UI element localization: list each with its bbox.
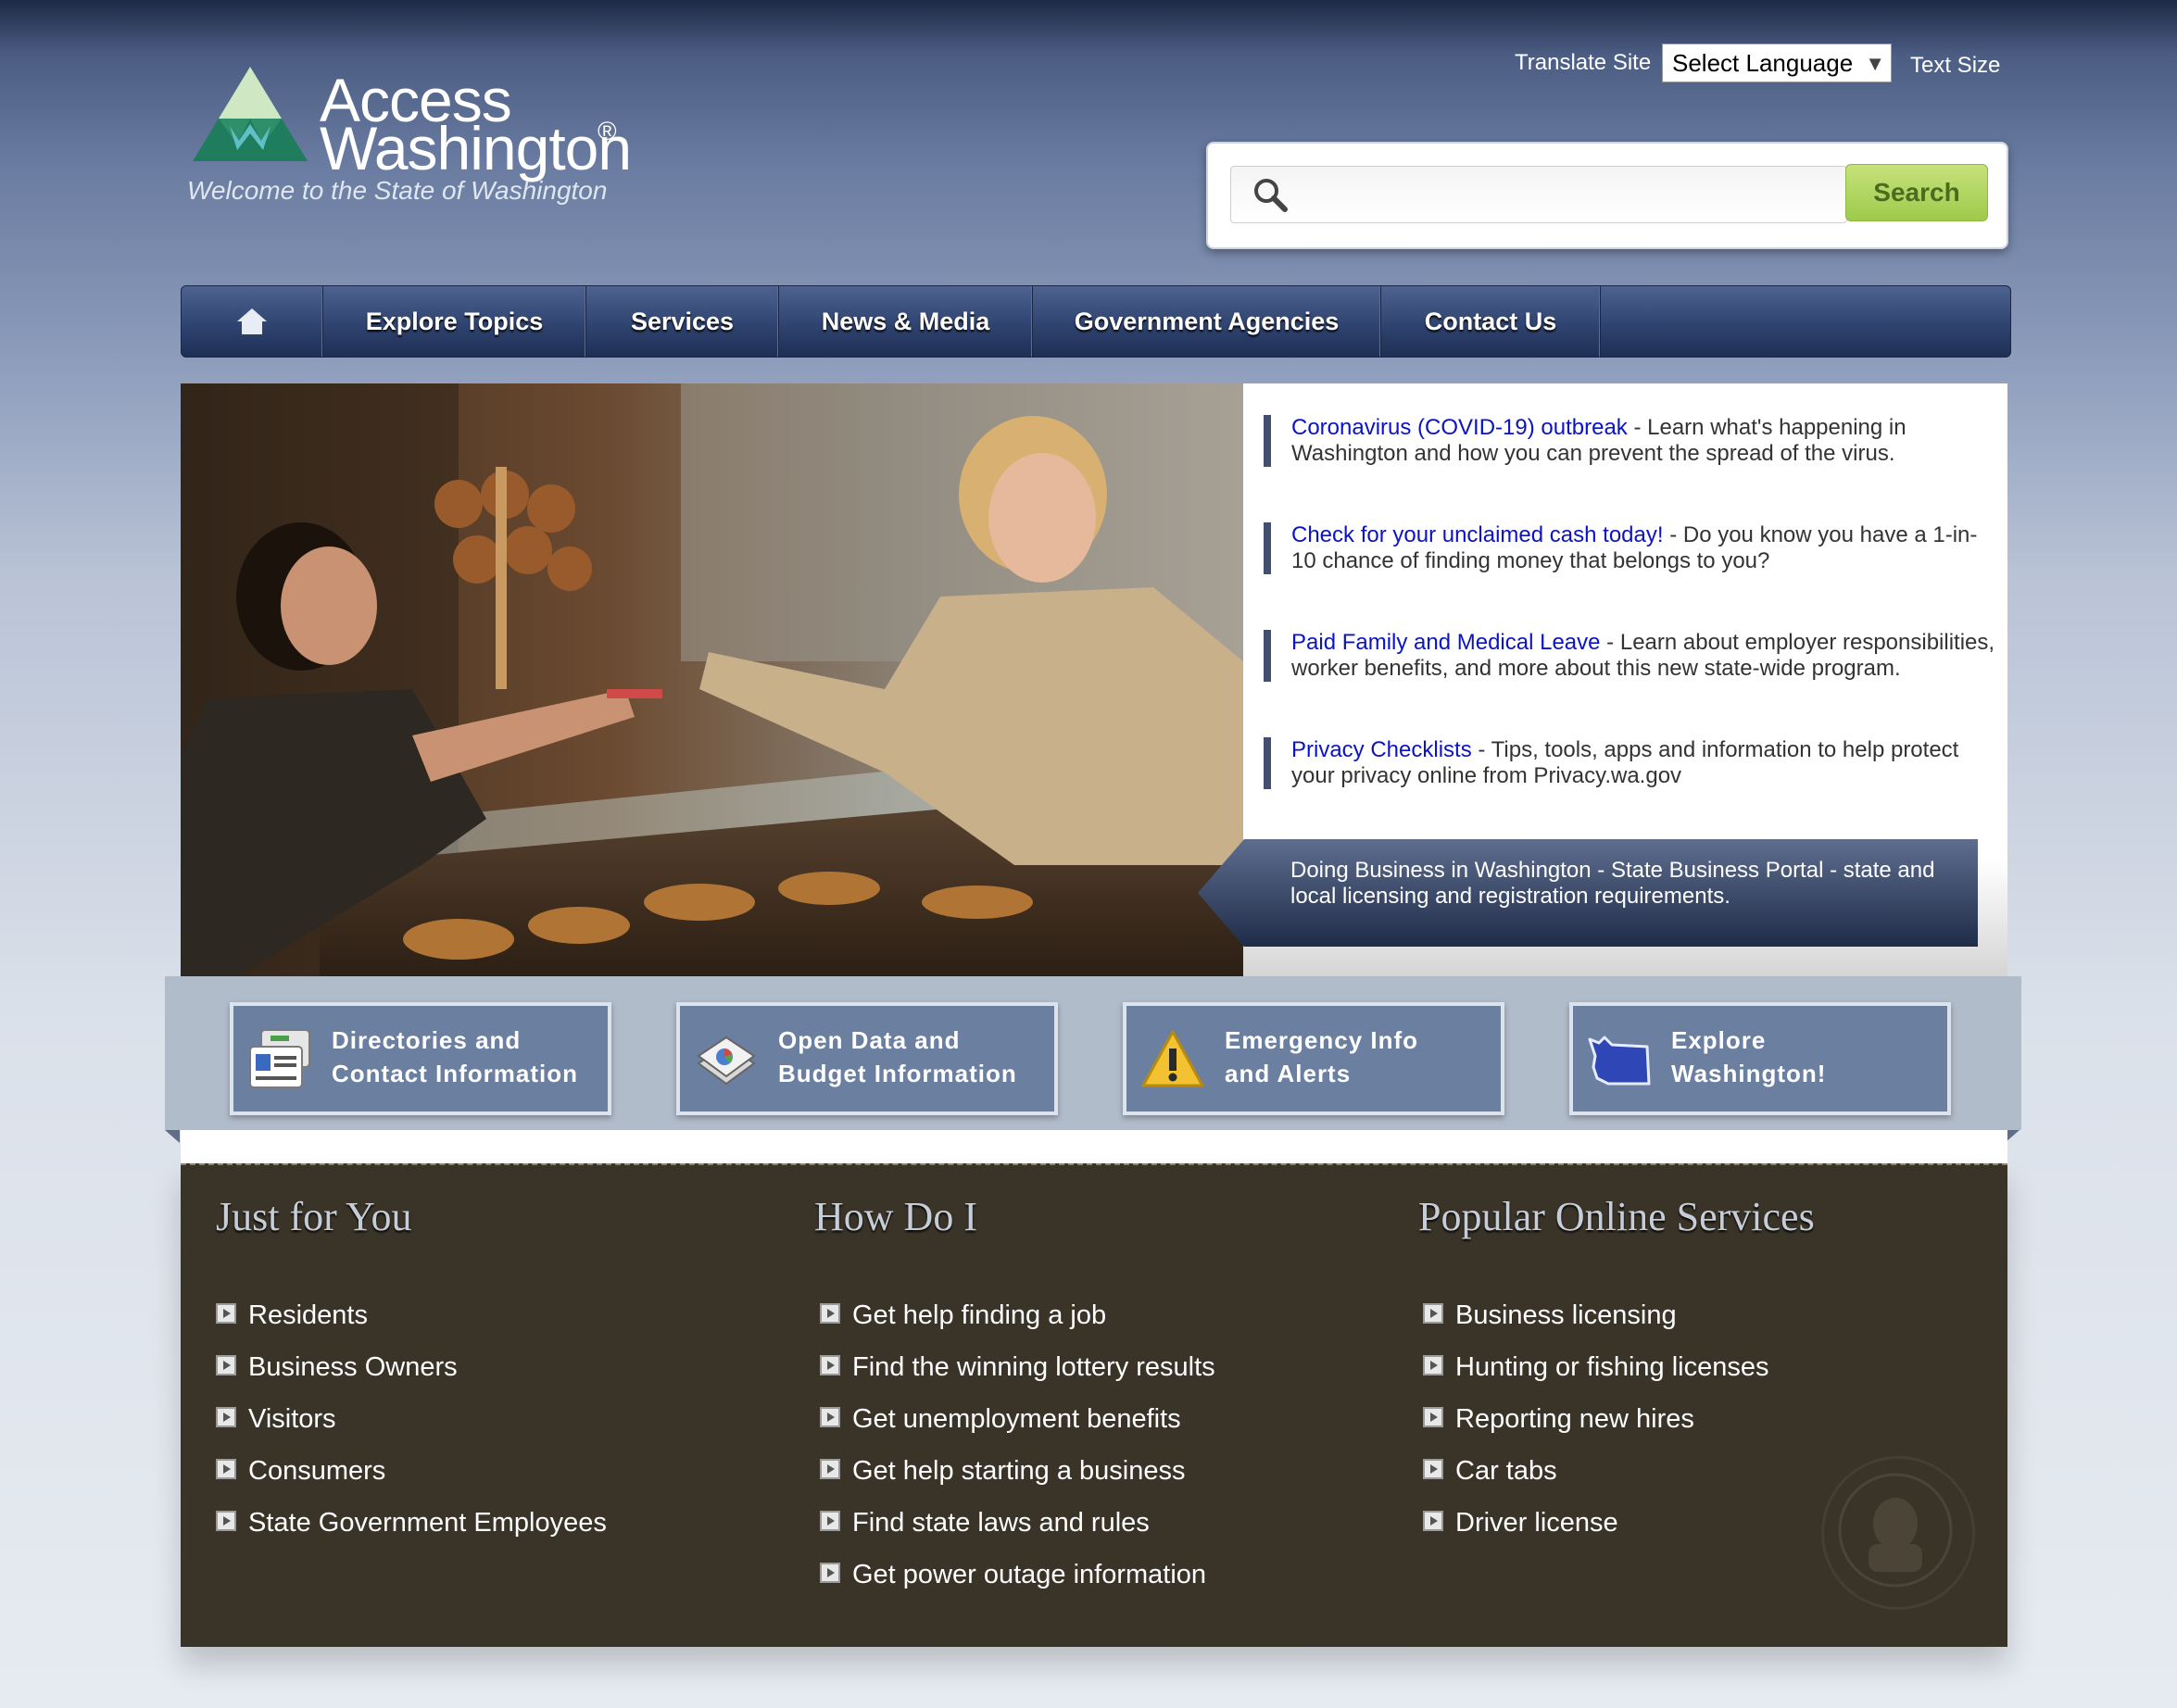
quick-link-line2: Washington! bbox=[1671, 1060, 1827, 1087]
news-item-paid-leave: Paid Family and Medical Leave - Learn ab… bbox=[1264, 630, 1995, 682]
bullet-arrow-icon bbox=[216, 1511, 236, 1531]
directories-button[interactable]: Directories and Contact Information bbox=[230, 1002, 611, 1115]
list-item[interactable]: Hunting or fishing licenses bbox=[1423, 1341, 1769, 1393]
bullet-arrow-icon bbox=[820, 1563, 840, 1583]
list-item[interactable]: Consumers bbox=[216, 1445, 607, 1497]
list-item[interactable]: Find the winning lottery results bbox=[820, 1341, 1215, 1393]
bullet-arrow-icon bbox=[216, 1459, 236, 1479]
quick-link-line1: Open Data and bbox=[778, 1026, 961, 1054]
list-item[interactable]: Get unemployment benefits bbox=[820, 1393, 1215, 1445]
search-input[interactable] bbox=[1230, 166, 1847, 223]
news-link-privacy[interactable]: Privacy Checklists bbox=[1291, 737, 1472, 762]
list-item[interactable]: Driver license bbox=[1423, 1497, 1769, 1549]
home-icon bbox=[237, 308, 267, 334]
hero-photo-bakery bbox=[181, 383, 1243, 976]
footer-link-panel: Just for You Residents Business Owners V… bbox=[181, 1163, 2007, 1647]
quick-link-line1: Explore bbox=[1671, 1026, 1767, 1054]
list-item[interactable]: Get help finding a job bbox=[820, 1289, 1215, 1341]
bullet-arrow-icon bbox=[820, 1303, 840, 1324]
list-item[interactable]: Find state laws and rules bbox=[820, 1497, 1215, 1549]
list-item[interactable]: Business licensing bbox=[1423, 1289, 1769, 1341]
quick-links-bar: Directories and Contact Information Open… bbox=[165, 976, 2021, 1130]
quick-link-line1: Directories and bbox=[332, 1026, 522, 1054]
nav-contact-us[interactable]: Contact Us bbox=[1381, 286, 1601, 357]
bullet-arrow-icon bbox=[216, 1355, 236, 1375]
nav-home[interactable] bbox=[182, 286, 323, 357]
logo-tagline: Welcome to the State of Washington bbox=[187, 176, 608, 205]
dropdown-arrow-icon: ▼ bbox=[1865, 52, 1885, 75]
popular-services-title: Popular Online Services bbox=[1418, 1194, 1815, 1239]
search-panel: Search bbox=[1206, 142, 2008, 249]
business-portal-text: Doing Business in Washington - State Bus… bbox=[1290, 858, 1935, 909]
bullet-arrow-icon bbox=[1423, 1407, 1443, 1427]
list-item[interactable]: Get power outage information bbox=[820, 1549, 1215, 1601]
quick-link-line2: Budget Information bbox=[778, 1060, 1017, 1087]
list-item[interactable]: Car tabs bbox=[1423, 1445, 1769, 1497]
list-item[interactable]: State Government Employees bbox=[216, 1497, 607, 1549]
quick-link-line1: Emergency Info bbox=[1225, 1026, 1419, 1054]
list-item[interactable]: Business Owners bbox=[216, 1341, 607, 1393]
ribbon-fold-left bbox=[165, 1130, 180, 1143]
news-link-unclaimed-cash[interactable]: Check for your unclaimed cash today! bbox=[1291, 522, 1664, 547]
mountain-logo-icon bbox=[193, 67, 308, 161]
washington-map-icon bbox=[1588, 1036, 1651, 1086]
just-for-you-list: Residents Business Owners Visitors Consu… bbox=[216, 1289, 607, 1549]
language-select[interactable]: Select Language ▼ bbox=[1662, 44, 1892, 82]
news-item-privacy: Privacy Checklists - Tips, tools, apps a… bbox=[1264, 737, 1995, 789]
search-button[interactable]: Search bbox=[1845, 164, 1988, 221]
quick-link-line2: and Alerts bbox=[1225, 1060, 1352, 1087]
bullet-arrow-icon bbox=[820, 1355, 840, 1375]
list-item[interactable]: Reporting new hires bbox=[1423, 1393, 1769, 1445]
translate-site-label: Translate Site bbox=[1515, 50, 1652, 75]
registered-mark: ® bbox=[598, 117, 617, 145]
bullet-arrow-icon bbox=[820, 1511, 840, 1531]
bullet-arrow-icon bbox=[216, 1407, 236, 1427]
logo-washington: Washington bbox=[320, 114, 632, 182]
emergency-info-button[interactable]: Emergency Info and Alerts bbox=[1123, 1002, 1504, 1115]
list-item[interactable]: Get help starting a business bbox=[820, 1445, 1215, 1497]
just-for-you-title: Just for You bbox=[216, 1194, 412, 1239]
hero-section: Coronavirus (COVID-19) outbreak - Learn … bbox=[181, 383, 2007, 976]
business-portal-banner[interactable]: Doing Business in Washington - State Bus… bbox=[1198, 839, 1978, 947]
bullet-arrow-icon bbox=[1423, 1511, 1443, 1531]
language-select-value: Select Language bbox=[1672, 48, 1854, 77]
nav-government-agencies[interactable]: Government Agencies bbox=[1033, 286, 1381, 357]
data-stack-icon bbox=[697, 1036, 756, 1086]
open-data-button[interactable]: Open Data and Budget Information bbox=[676, 1002, 1058, 1115]
text-size-control[interactable]: Text Size bbox=[1910, 53, 2000, 79]
directory-card-icon bbox=[249, 1029, 310, 1088]
list-item[interactable]: Residents bbox=[216, 1289, 607, 1341]
bullet-arrow-icon bbox=[820, 1459, 840, 1479]
explore-washington-button[interactable]: Explore Washington! bbox=[1569, 1002, 1951, 1115]
nav-services[interactable]: Services bbox=[586, 286, 779, 357]
bullet-arrow-icon bbox=[1423, 1459, 1443, 1479]
nav-news-media[interactable]: News & Media bbox=[779, 286, 1033, 357]
news-item-unclaimed-cash: Check for your unclaimed cash today! - D… bbox=[1264, 522, 1995, 574]
white-divider bbox=[181, 1130, 2007, 1163]
bullet-arrow-icon bbox=[820, 1407, 840, 1427]
list-item[interactable]: Visitors bbox=[216, 1393, 607, 1445]
nav-explore-topics[interactable]: Explore Topics bbox=[323, 286, 586, 357]
news-item-covid: Coronavirus (COVID-19) outbreak - Learn … bbox=[1264, 415, 1995, 467]
how-do-i-list: Get help finding a job Find the winning … bbox=[820, 1289, 1215, 1601]
quick-link-line2: Contact Information bbox=[332, 1060, 578, 1087]
state-seal-watermark bbox=[1821, 1456, 1975, 1610]
bullet-arrow-icon bbox=[216, 1303, 236, 1324]
news-link-covid[interactable]: Coronavirus (COVID-19) outbreak bbox=[1291, 415, 1628, 440]
access-washington-logo[interactable]: Access Washington ® Welcome to the State… bbox=[185, 59, 632, 217]
bullet-arrow-icon bbox=[1423, 1303, 1443, 1324]
how-do-i-title: How Do I bbox=[814, 1194, 977, 1239]
search-icon bbox=[1254, 179, 1288, 212]
popular-services-list: Business licensing Hunting or fishing li… bbox=[1423, 1289, 1769, 1549]
news-link-paid-leave[interactable]: Paid Family and Medical Leave bbox=[1291, 630, 1601, 655]
warning-icon bbox=[1141, 1030, 1204, 1087]
bullet-arrow-icon bbox=[1423, 1355, 1443, 1375]
main-navigation: Explore Topics Services News & Media Gov… bbox=[181, 285, 2011, 358]
